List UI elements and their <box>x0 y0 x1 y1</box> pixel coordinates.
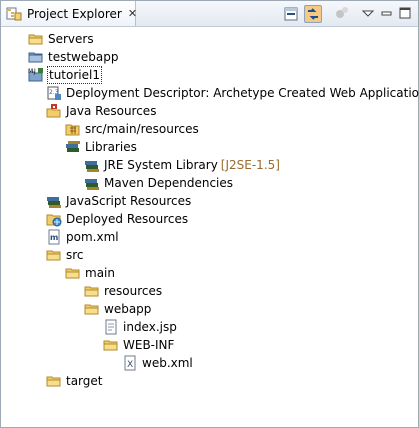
maximize-icon[interactable] <box>397 5 415 23</box>
tree-item-label: Servers <box>48 32 94 46</box>
xml-file-icon: X <box>122 355 138 371</box>
project-explorer-icon <box>6 6 22 22</box>
svg-text:M: M <box>28 68 33 75</box>
maven-web-project-icon: M J <box>28 67 44 83</box>
tree-item-label: Maven Dependencies <box>104 176 234 190</box>
closed-project-icon <box>28 49 44 65</box>
maven-pom-icon: m <box>46 229 62 245</box>
folder-icon <box>103 337 119 353</box>
tree-item-resources[interactable]: resources <box>84 282 162 300</box>
tree-item-deployment-descriptor[interactable]: 2.3 Deployment Descriptor: Archetype Cre… <box>46 84 419 102</box>
jsp-file-icon <box>103 319 119 335</box>
tree-item-target[interactable]: target <box>46 372 103 390</box>
view-title: Project Explorer <box>27 6 122 21</box>
view-titlebar: Project Explorer ✕ <box>1 1 418 27</box>
tree-item-deployed-resources[interactable]: Deployed Resources <box>46 210 188 228</box>
svg-text:X: X <box>127 360 133 370</box>
tree-item-label: src/main/resources <box>85 122 199 136</box>
tree-item-libraries[interactable]: Libraries <box>65 138 137 156</box>
close-icon[interactable]: ✕ <box>128 7 137 20</box>
dots-icon <box>334 5 352 23</box>
tree-item-jre-system-library[interactable]: JRE System Library [J2SE-1.5] <box>84 156 280 174</box>
tree-item-label: index.jsp <box>123 320 177 334</box>
folder-icon <box>65 265 81 281</box>
tree-item-label: Java Resources <box>66 104 157 118</box>
tree-item-javascript-resources[interactable]: JavaScript Resources <box>46 192 191 210</box>
tree-item-label: webapp <box>104 302 152 316</box>
tree-item-label: tutoriel1 <box>47 66 102 84</box>
tree-item-label: target <box>66 374 103 388</box>
link-with-editor-icon[interactable] <box>304 5 322 23</box>
project-explorer-view: Project Explorer ✕ Servers testwebapp M … <box>0 0 419 428</box>
folder-icon <box>84 301 100 317</box>
tree-item-web-inf[interactable]: WEB-INF <box>103 336 174 354</box>
svg-text:m: m <box>50 233 58 242</box>
library-icon <box>84 157 100 173</box>
tree-item-webapp[interactable]: webapp <box>84 300 151 318</box>
deployed-resources-icon <box>46 211 62 227</box>
tree-item-label: WEB-INF <box>123 338 175 352</box>
java-resources-icon <box>46 103 62 119</box>
tree-item-java-resources[interactable]: Java Resources <box>46 102 156 120</box>
tree-item-label: JavaScript Resources <box>66 194 192 208</box>
tree-item-label: JRE System Library <box>104 158 218 172</box>
folder-icon <box>28 31 44 47</box>
tree-item-pom-xml[interactable]: m pom.xml <box>46 228 119 246</box>
library-icon <box>46 193 62 209</box>
project-tree[interactable]: Servers testwebapp M J tutoriel1 2.3 Dep… <box>1 27 419 427</box>
tree-item-src[interactable]: src <box>46 246 84 264</box>
view-menu-icon[interactable] <box>360 5 378 23</box>
library-version-decoration: [J2SE-1.5] <box>220 158 280 172</box>
tree-item-servers[interactable]: Servers <box>28 30 94 48</box>
tree-item-label: testwebapp <box>48 50 119 64</box>
tree-item-src-main-resources[interactable]: src/main/resources <box>65 120 199 138</box>
tree-item-index-jsp[interactable]: index.jsp <box>103 318 177 336</box>
tree-item-label: Libraries <box>85 140 137 154</box>
folder-icon <box>46 373 62 389</box>
folder-icon <box>46 247 62 263</box>
minimize-icon[interactable] <box>379 5 397 23</box>
tree-item-label: Deployed Resources <box>66 212 189 226</box>
tree-item-main[interactable]: main <box>65 264 115 282</box>
source-folder-icon <box>65 121 81 137</box>
folder-icon <box>84 283 100 299</box>
svg-text:J: J <box>33 68 36 75</box>
tree-item-label: src <box>66 248 84 262</box>
tree-item-web-xml[interactable]: X web.xml <box>122 354 193 372</box>
tree-item-maven-dependencies[interactable]: Maven Dependencies <box>84 174 233 192</box>
collapse-all-icon[interactable] <box>282 5 300 23</box>
tree-item-label: main <box>85 266 115 280</box>
tree-item-label: pom.xml <box>66 230 119 244</box>
tab-project-explorer[interactable]: Project Explorer ✕ <box>1 1 137 26</box>
tree-item-testwebapp[interactable]: testwebapp <box>28 48 118 66</box>
tree-item-label: Deployment Descriptor: Archetype Created… <box>66 86 419 100</box>
tree-item-tutoriel1[interactable]: M J tutoriel1 <box>28 66 102 84</box>
tree-item-label: web.xml <box>142 356 193 370</box>
libraries-icon <box>65 139 81 155</box>
library-icon <box>84 175 100 191</box>
deployment-descriptor-icon: 2.3 <box>46 85 62 101</box>
tree-item-label: resources <box>104 284 163 298</box>
